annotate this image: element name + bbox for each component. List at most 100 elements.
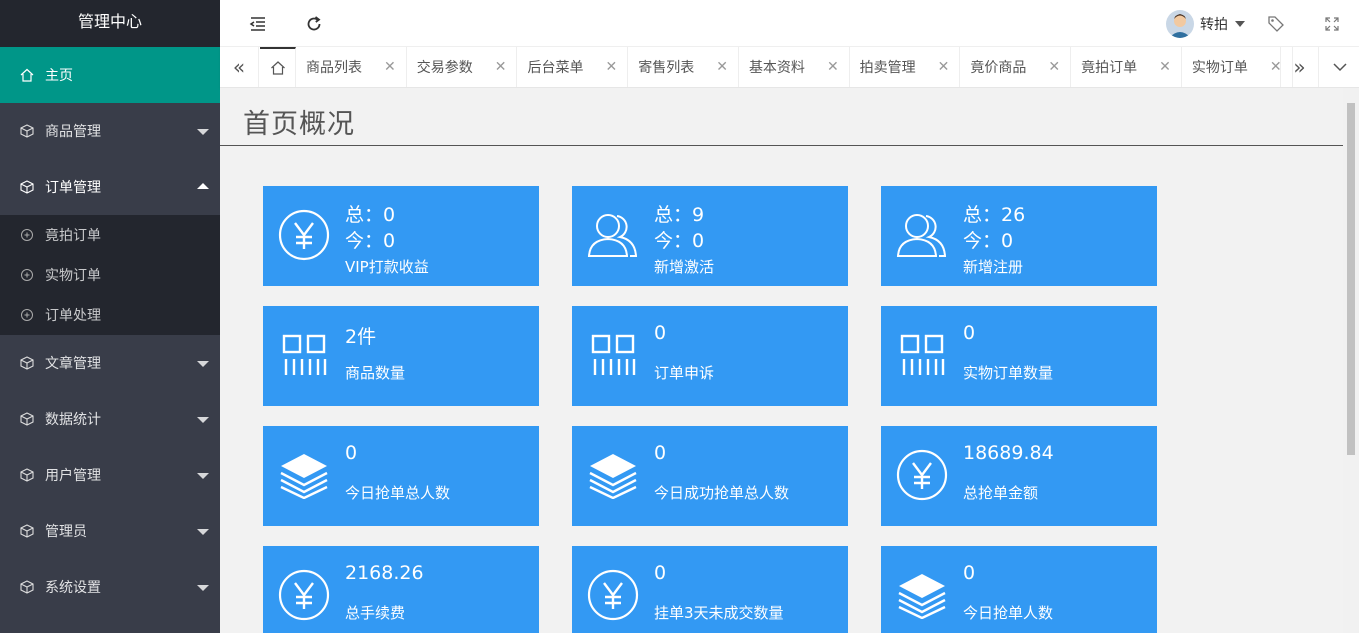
user-menu[interactable]: 转拍 xyxy=(1166,9,1245,39)
avatar xyxy=(1166,10,1194,38)
stat-card-total-grab-amount[interactable]: 18689.84 总抢单金额 xyxy=(881,426,1157,526)
stat-card-today-success-grab[interactable]: 0 今日成功抢单总人数 xyxy=(572,426,848,526)
tab-bid-goods[interactable]: 竟价商品 ✕ xyxy=(960,47,1072,87)
stat-card-today-grab-users[interactable]: 0 今日抢单人数 xyxy=(881,546,1157,633)
tab-backend-menu[interactable]: 后台菜单 ✕ xyxy=(517,47,629,87)
tab-label: 基本资料 xyxy=(748,60,805,76)
cube-icon xyxy=(20,468,34,482)
tab-label: 竟价商品 xyxy=(970,60,1027,76)
refresh-icon[interactable] xyxy=(302,12,326,36)
stat-card-physical-orders[interactable]: 0 实物订单数量 xyxy=(881,306,1157,406)
main-content: 首页概况 总：0 今：0 VIP打款收益 总：9 今：0 新增激活 总：26 今… xyxy=(220,88,1343,633)
stat-caption: 总手续费 xyxy=(345,604,406,622)
sidebar-title: 管理中心 xyxy=(0,0,220,47)
sidebar-item-home[interactable]: 主页 xyxy=(0,47,220,103)
sidebar-item-orders[interactable]: 订单管理 xyxy=(0,159,220,215)
stat-card-vip-income[interactable]: 总：0 今：0 VIP打款收益 xyxy=(263,186,539,286)
tab-label: 交易参数 xyxy=(416,60,473,76)
tab-consignment-list[interactable]: 寄售列表 ✕ xyxy=(628,47,739,87)
stat-caption: 今日成功抢单总人数 xyxy=(654,484,790,502)
stat-card-product-count[interactable]: 2件 商品数量 xyxy=(263,306,539,406)
sidebar-subitem-physical-orders[interactable]: 实物订单 xyxy=(0,255,220,295)
cube-icon xyxy=(20,124,34,138)
tabs-scroll-left-icon[interactable]: « xyxy=(220,47,259,87)
close-icon[interactable]: ✕ xyxy=(938,59,950,75)
yen-icon xyxy=(895,448,949,502)
layers-icon xyxy=(277,448,331,502)
close-icon[interactable]: ✕ xyxy=(384,59,396,75)
sidebar-subitem-auction-orders[interactable]: 竟拍订单 xyxy=(0,215,220,255)
stat-today: 今：0 xyxy=(963,230,1014,252)
tab-label: 寄售列表 xyxy=(638,60,695,76)
stat-value: 0 xyxy=(345,442,358,464)
stat-caption: 新增注册 xyxy=(963,258,1024,276)
close-icon[interactable]: ✕ xyxy=(827,59,839,75)
stat-card-order-appeals[interactable]: 0 订单申诉 xyxy=(572,306,848,406)
close-icon[interactable]: ✕ xyxy=(1159,59,1171,75)
stat-caption: 总抢单金额 xyxy=(963,484,1039,502)
stat-value: 0 xyxy=(654,322,667,344)
tab-auction-orders[interactable]: 竟拍订单 ✕ xyxy=(1071,47,1182,87)
tab-label: 商品列表 xyxy=(306,60,362,76)
menu-fold-icon[interactable] xyxy=(246,12,270,36)
sidebar-subitem-label: 竟拍订单 xyxy=(45,228,101,244)
cube-icon xyxy=(20,356,34,370)
sidebar-item-label: 文章管理 xyxy=(45,356,101,372)
stat-total: 总：0 xyxy=(345,204,396,226)
sidebar-item-admins[interactable]: 管理员 xyxy=(0,503,220,559)
stat-card-new-activations[interactable]: 总：9 今：0 新增激活 xyxy=(572,186,848,286)
tab-home[interactable] xyxy=(260,47,296,87)
chevron-down-icon xyxy=(197,361,209,367)
tab-list: 商品列表 ✕ 交易参数 ✕ 后台菜单 ✕ 寄售列表 ✕ 基本资料 ✕ 拍卖管理 ✕ 竟价商品… xyxy=(260,47,1293,87)
tab-auction-manage[interactable]: 拍卖管理 ✕ xyxy=(850,47,961,87)
tab-product-list[interactable]: 商品列表 ✕ xyxy=(296,47,407,87)
cube-icon xyxy=(20,524,34,538)
tab-physical-orders[interactable]: 实物订单 ✕ xyxy=(1182,47,1293,87)
home-icon xyxy=(20,68,34,82)
sidebar-item-products[interactable]: 商品管理 xyxy=(0,103,220,159)
tab-trade-params[interactable]: 交易参数 ✕ xyxy=(407,47,518,87)
sidebar-item-articles[interactable]: 文章管理 xyxy=(0,335,220,391)
stat-caption: 今日抢单总人数 xyxy=(345,484,451,502)
layers-icon xyxy=(586,448,640,502)
stat-value: 0 xyxy=(654,562,667,584)
sidebar-item-statistics[interactable]: 数据统计 xyxy=(0,391,220,447)
stat-caption: 实物订单数量 xyxy=(963,364,1054,382)
stat-card-pending-3days[interactable]: 0 挂单3天未成交数量 xyxy=(572,546,848,633)
close-icon[interactable]: ✕ xyxy=(716,59,728,75)
tab-bar: « 商品列表 ✕ 交易参数 ✕ 后台菜单 ✕ 寄售列表 ✕ 基本资料 ✕ 拍卖管理 ✕ 竟价… xyxy=(220,47,1359,88)
top-header: 转拍 xyxy=(220,0,1359,47)
plus-circle-icon xyxy=(20,228,34,242)
stat-today: 今：0 xyxy=(345,230,396,252)
stat-caption: 挂单3天未成交数量 xyxy=(654,604,784,622)
sidebar-item-label: 用户管理 xyxy=(45,468,101,484)
stat-caption: VIP打款收益 xyxy=(345,258,429,276)
tag-icon[interactable] xyxy=(1264,12,1288,36)
sidebar-subitem-order-processing[interactable]: 订单处理 xyxy=(0,295,220,335)
chevron-down-icon xyxy=(197,529,209,535)
user-name: 转拍 xyxy=(1200,17,1228,33)
sidebar-item-settings[interactable]: 系统设置 xyxy=(0,559,220,615)
chevron-down-icon[interactable] xyxy=(1320,47,1359,87)
chevron-down-icon xyxy=(197,473,209,479)
tab-basic-info[interactable]: 基本资料 ✕ xyxy=(739,47,850,87)
sidebar-item-users[interactable]: 用户管理 xyxy=(0,447,220,503)
stat-today: 今：0 xyxy=(654,230,705,252)
stat-caption: 新增激活 xyxy=(654,258,715,276)
divider xyxy=(220,145,1343,146)
scrollbar-thumb[interactable] xyxy=(1347,103,1355,455)
chevron-up-icon xyxy=(197,183,209,189)
stat-total: 总：9 xyxy=(654,204,705,226)
scrollbar[interactable] xyxy=(1343,88,1359,633)
fullscreen-icon[interactable] xyxy=(1320,12,1344,36)
close-icon[interactable]: ✕ xyxy=(605,59,617,75)
cube-icon xyxy=(20,412,34,426)
stat-card-total-fee[interactable]: 2168.26 总手续费 xyxy=(263,546,539,633)
close-icon[interactable]: ✕ xyxy=(495,59,507,75)
stat-card-new-registrations[interactable]: 总：26 今：0 新增注册 xyxy=(881,186,1157,286)
close-icon[interactable]: ✕ xyxy=(1048,59,1060,75)
users-icon xyxy=(586,208,640,262)
stat-value: 18689.84 xyxy=(963,442,1054,464)
tabs-scroll-right-icon[interactable]: » xyxy=(1280,47,1319,87)
stat-card-today-grab-total[interactable]: 0 今日抢单总人数 xyxy=(263,426,539,526)
